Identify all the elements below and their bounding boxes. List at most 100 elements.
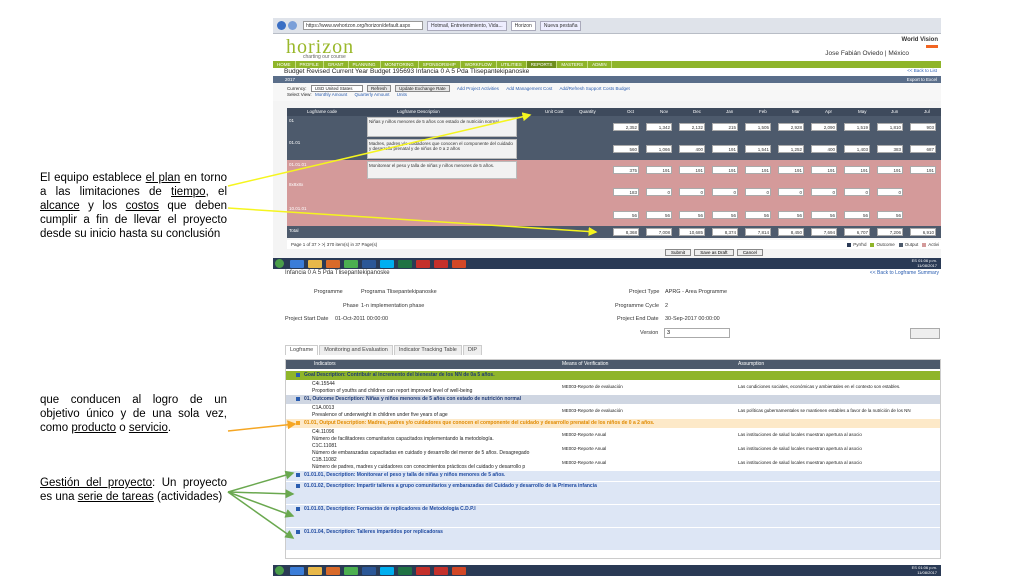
- budget-cell[interactable]: 191: [679, 166, 705, 174]
- pdf-icon[interactable]: [416, 566, 430, 575]
- address-bar[interactable]: https://www.wvhorizon.org/horizon/defaul…: [303, 21, 423, 30]
- update-rate-button[interactable]: Update Exchange Rate: [395, 85, 450, 92]
- word-icon[interactable]: [362, 566, 376, 575]
- start-icon[interactable]: [275, 566, 284, 575]
- budget-cell[interactable]: 191: [646, 166, 672, 174]
- green-action-button[interactable]: [910, 328, 940, 339]
- tab-dip[interactable]: DIP: [462, 345, 483, 355]
- ie-icon[interactable]: [290, 566, 304, 575]
- folder-icon[interactable]: [308, 259, 322, 268]
- word-icon[interactable]: [362, 259, 376, 268]
- menu-item-home[interactable]: HOME: [273, 61, 296, 68]
- logframe-row-data[interactable]: C4i.15544 Proportion of youths and childr…: [286, 381, 940, 395]
- budget-cell[interactable]: 1,505: [745, 123, 771, 131]
- budget-cell[interactable]: 1,519: [844, 123, 870, 131]
- logframe-row-data[interactable]: C1A.0013 Prevalence of underweight in chi…: [286, 405, 940, 419]
- media-icon[interactable]: [326, 566, 340, 575]
- export-excel-link[interactable]: Export to Excel: [907, 76, 937, 83]
- media-icon[interactable]: [326, 259, 340, 268]
- browser-tab-new[interactable]: Nueva pestaña: [539, 20, 582, 31]
- budget-cell[interactable]: 191: [877, 166, 903, 174]
- back-to-summary-link[interactable]: << Back to Logframe Summary: [870, 270, 939, 276]
- budget-cell[interactable]: 0: [811, 188, 837, 196]
- budget-cell[interactable]: 191: [778, 166, 804, 174]
- budget-cell[interactable]: 56: [844, 211, 870, 219]
- budget-cell[interactable]: 56: [712, 211, 738, 219]
- tab-monitoring-and-evaluation[interactable]: Monitoring and Evaluation: [319, 345, 393, 355]
- budget-cell[interactable]: 191: [712, 166, 738, 174]
- menu-item-sponsorship[interactable]: SPONSORSHIP: [419, 61, 461, 68]
- browser-tab-horizon[interactable]: Horizon: [510, 20, 536, 31]
- add-support-costs-link[interactable]: Add/Refresh Support Costs Budget: [559, 86, 629, 91]
- budget-cell[interactable]: 56: [778, 211, 804, 219]
- chrome-icon[interactable]: [344, 566, 358, 575]
- back-to-list-link[interactable]: << Back to List: [907, 68, 937, 76]
- view-units[interactable]: Units: [397, 92, 407, 97]
- logframe-row-activity[interactable]: 01.01.03, Description: Formación de repl…: [286, 505, 940, 527]
- powerpoint-icon[interactable]: [452, 566, 466, 575]
- budget-cell[interactable]: 56: [679, 211, 705, 219]
- budget-cell[interactable]: 2,928: [778, 123, 804, 131]
- budget-cell[interactable]: 0: [646, 188, 672, 196]
- budget-cell[interactable]: 0: [844, 188, 870, 196]
- tab-indicator-tracking-table[interactable]: Indicator Tracking Table: [393, 345, 462, 355]
- budget-cell[interactable]: 1,342: [646, 123, 672, 131]
- excel-icon[interactable]: [398, 566, 412, 575]
- budget-cell[interactable]: 56: [745, 211, 771, 219]
- budget-cell[interactable]: 0: [712, 188, 738, 196]
- budget-cell[interactable]: 400: [811, 145, 837, 153]
- budget-cell[interactable]: 2,132: [679, 123, 705, 131]
- forward-icon[interactable]: [288, 21, 297, 30]
- budget-cell[interactable]: 191: [745, 166, 771, 174]
- budget-cell[interactable]: 56: [613, 211, 639, 219]
- budget-cell[interactable]: 2,090: [811, 123, 837, 131]
- logframe-row-goal[interactable]: Goal Description: Contribuir al incremen…: [286, 371, 940, 380]
- logframe-row-data[interactable]: C1B.11082 Número de padres, madres y cuid…: [286, 457, 940, 471]
- excel-icon[interactable]: [398, 259, 412, 268]
- cancel-button[interactable]: Cancel: [736, 249, 763, 256]
- refresh-button[interactable]: Refresh: [367, 85, 391, 92]
- budget-cell[interactable]: 183: [613, 188, 639, 196]
- budget-cell[interactable]: 191: [811, 166, 837, 174]
- budget-cell[interactable]: 1,066: [646, 145, 672, 153]
- menu-item-masters[interactable]: MASTERS: [557, 61, 589, 68]
- menu-item-profile[interactable]: PROFILE: [296, 61, 324, 68]
- add-management-cost-link[interactable]: Add Management Cost: [506, 86, 552, 91]
- budget-cell[interactable]: 1,403: [844, 145, 870, 153]
- logframe-row-data[interactable]: C4i.11096 Número de facilitadores comunit…: [286, 429, 940, 443]
- logframe-row-activity[interactable]: 01.01.01, Description: Monitorear el pes…: [286, 471, 940, 481]
- menu-item-admin[interactable]: ADMIN: [588, 61, 612, 68]
- pdf-icon[interactable]: [434, 259, 448, 268]
- budget-cell[interactable]: 0: [745, 188, 771, 196]
- logframe-row-data[interactable]: C1C.11081 Número de embarazadas capacitad…: [286, 443, 940, 457]
- tab-logframe[interactable]: Logframe: [285, 345, 319, 355]
- menu-item-utilities[interactable]: UTILITIES: [497, 61, 527, 68]
- save-draft-button[interactable]: Save as Draft: [694, 249, 734, 256]
- budget-cell[interactable]: 1,252: [778, 145, 804, 153]
- add-activities-link[interactable]: Add Project Activities: [457, 86, 499, 91]
- budget-cell[interactable]: 191: [844, 166, 870, 174]
- budget-cell[interactable]: 0: [877, 188, 903, 196]
- view-quarterly[interactable]: Quarterly Amount: [355, 92, 390, 97]
- browser-tab-hotmail[interactable]: Hotmail, Entretenimiento, Vida...: [427, 20, 507, 31]
- folder-icon[interactable]: [308, 566, 322, 575]
- pdf-icon[interactable]: [416, 259, 430, 268]
- budget-cell[interactable]: 903: [910, 123, 936, 131]
- currency-select[interactable]: USD United States: [310, 85, 363, 92]
- budget-cell[interactable]: 375: [613, 166, 639, 174]
- budget-cell[interactable]: 1,541: [745, 145, 771, 153]
- budget-cell[interactable]: 0: [778, 188, 804, 196]
- budget-cell[interactable]: 1,810: [877, 123, 903, 131]
- pdf-icon[interactable]: [434, 566, 448, 575]
- logframe-row-activity[interactable]: 01.01.02, Description: Impartir talleres…: [286, 482, 940, 504]
- back-icon[interactable]: [277, 21, 286, 30]
- budget-cell[interactable]: 56: [811, 211, 837, 219]
- pager-text[interactable]: Page 1 of 37 > >| 370 item(s) in 37 Page…: [291, 242, 377, 247]
- skype-icon[interactable]: [380, 259, 394, 268]
- menu-item-planning[interactable]: PLANNING: [349, 61, 381, 68]
- ie-icon[interactable]: [290, 259, 304, 268]
- chrome-icon[interactable]: [344, 259, 358, 268]
- version-select[interactable]: 3: [664, 328, 730, 338]
- menu-item-monitoring[interactable]: MONITORING: [381, 61, 419, 68]
- budget-cell[interactable]: 56: [877, 211, 903, 219]
